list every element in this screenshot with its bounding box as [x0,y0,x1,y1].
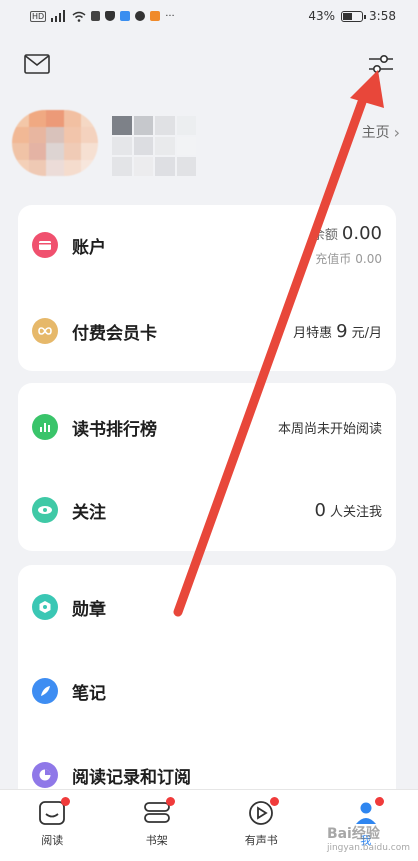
battery-percent: 43% [308,9,336,23]
shield-icon [105,11,116,21]
top-actions [22,48,396,80]
card-social: 读书排行榜 本周尚未开始阅读 关注 0 人关注我 [18,383,396,551]
homepage-label: 主页 [361,125,390,141]
app-orange-icon [150,11,161,21]
ranking-status: 本周尚未开始阅读 [277,421,382,437]
balance-label: 余额 [311,228,338,243]
avatar[interactable] [12,110,98,176]
tab-read[interactable]: 阅读 [0,790,105,861]
read-icon [38,797,71,826]
clock-pie-icon [32,762,58,788]
follow-count: 0 [314,499,326,521]
hd-badge: HD [30,10,47,22]
follow-count-wrap: 0 人关注我 [315,500,382,521]
row-medals[interactable]: 勋章 [18,577,396,637]
tab-audiobook[interactable]: 有声书 [209,790,314,861]
watermark-main: Bai经验 [326,826,380,842]
notes-label: 笔记 [72,683,106,704]
coin-label: 充值币 [315,252,352,266]
follow-suffix: 人关注我 [329,504,382,520]
bar-chart-icon [32,414,58,440]
feather-icon [32,678,58,704]
signal-icon [51,10,66,22]
history-label: 阅读记录和订阅 [72,767,191,788]
tab-audiobook-badge [270,797,280,806]
promo-prefix: 月特惠 [293,325,333,341]
card-account: 账户 余额 0.00 充值币 0.00 付费会员卡 月特惠 9 元/月 [18,205,396,371]
row-ranking[interactable]: 读书排行榜 本周尚未开始阅读 [18,397,396,457]
mail-icon [24,54,50,74]
status-bar: HD ··· 43% 3:58 [0,0,418,32]
wallet-icon [32,232,58,258]
infinity-icon [32,318,58,344]
profile-header: 主页 › [12,106,400,176]
homepage-link[interactable]: 主页 › [362,122,400,142]
chat-icon [135,11,146,21]
ranking-status-wrap: 本周尚未开始阅读 [278,418,382,437]
tab-audiobook-label: 有声书 [244,834,278,847]
watermark: Bai经验 jingyan.baidu.com [327,823,410,853]
membership-label: 付费会员卡 [72,323,157,344]
username-blurred [112,116,196,176]
balance-value: 0.00 [341,223,382,244]
row-membership[interactable]: 付费会员卡 月特惠 9 元/月 [18,301,396,361]
bookshelf-icon [143,797,175,826]
tab-read-badge [61,797,71,806]
tab-bookshelf-badge [165,797,175,806]
status-right: 43% 3:58 [308,9,396,23]
follow-label: 关注 [72,502,106,523]
row-account[interactable]: 账户 余额 0.00 充值币 0.00 [18,215,396,275]
row-follow[interactable]: 关注 0 人关注我 [18,480,396,540]
promo-price: 9 [336,320,348,342]
eye-icon [32,497,58,523]
audiobook-icon [247,797,280,826]
settings-button[interactable] [366,49,396,79]
tab-bookshelf[interactable]: 书架 [105,790,210,861]
membership-promo: 月特惠 9 元/月 [293,321,382,342]
tab-bookshelf-label: 书架 [145,834,168,847]
card-misc: 勋章 笔记 阅读记录和订阅 [18,565,396,805]
more-status-dots: ··· [165,10,175,22]
account-label: 账户 [72,237,106,258]
chevron-right-icon: › [393,122,400,142]
coin-value: 0.00 [355,252,382,266]
medal-icon [32,594,58,620]
battery-fill [343,12,352,20]
wifi-icon [72,11,86,22]
promo-unit: 元/月 [351,325,382,341]
download-icon [91,11,101,21]
mail-button[interactable] [22,49,52,79]
medals-label: 勋章 [72,599,106,620]
settings-sliders-icon [369,54,393,74]
clock: 3:58 [369,9,396,23]
watermark-sub: jingyan.baidu.com [326,843,410,853]
account-balance: 余额 0.00 充值币 0.00 [312,223,382,267]
ranking-label: 读书排行榜 [72,419,157,440]
battery-icon [341,10,367,22]
status-left: HD ··· [30,10,175,22]
tab-me-badge [374,797,384,806]
tab-read-label: 阅读 [41,834,64,847]
app-blue-icon [120,11,131,21]
row-notes[interactable]: 笔记 [18,661,396,721]
